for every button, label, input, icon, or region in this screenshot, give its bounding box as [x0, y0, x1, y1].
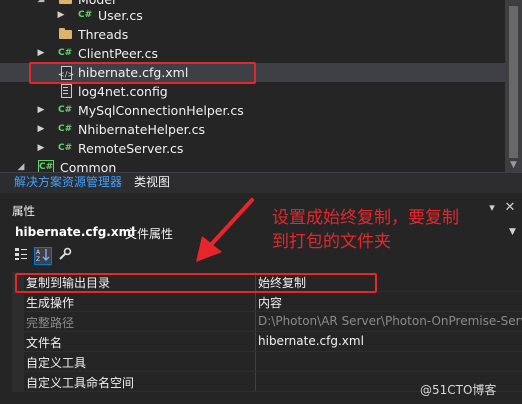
- tab-solution-explorer[interactable]: 解决方案资源管理器: [12, 173, 124, 192]
- tree-row-user-cs[interactable]: ▶ C# User.cs: [0, 6, 505, 25]
- tree-row-clientpeer-cs[interactable]: ▶ C# ClientPeer.cs: [0, 44, 505, 63]
- csharp-file-icon: C#: [58, 124, 73, 134]
- tree-row-log4net-config[interactable]: log4net.config: [0, 82, 505, 101]
- property-name: 生成操作: [26, 296, 75, 310]
- expand-triangle-icon[interactable]: ▶: [36, 101, 46, 120]
- categorized-icon[interactable]: [12, 247, 30, 265]
- folder-icon: [58, 27, 74, 42]
- scroll-down-arrow-icon[interactable]: ▼: [505, 158, 522, 172]
- tree-item-label: Threads: [78, 27, 129, 42]
- property-row-build-action[interactable]: 生成操作 内容: [12, 292, 522, 312]
- selected-object-type: 文件属性: [125, 227, 174, 241]
- property-name: 自定义工具: [26, 356, 87, 370]
- properties-panel-title: 属性: [12, 204, 35, 218]
- property-value[interactable]: hibernate.cfg.xml: [258, 334, 364, 348]
- selected-object-name: hibernate.cfg.xml: [15, 225, 136, 239]
- property-value: D:\Photon\AR Server\Photon-OnPremise-Ser…: [258, 314, 522, 328]
- tree-item-label: NhibernateHelper.cs: [78, 122, 206, 137]
- tree-item-label: MySqlConnectionHelper.cs: [78, 103, 244, 118]
- csharp-file-icon: C#: [58, 105, 73, 115]
- property-pages-wrench-icon[interactable]: [56, 247, 74, 265]
- tree-row-remoteserver-cs[interactable]: ▶ C# RemoteServer.cs: [0, 139, 505, 158]
- highlight-box-copy-to-output: [15, 273, 377, 293]
- expand-triangle-icon[interactable]: ▶: [36, 44, 46, 63]
- csharp-file-icon: C#: [78, 10, 93, 20]
- svg-text:A: A: [36, 249, 41, 256]
- tree-row-mysqlconnectionhelper-cs[interactable]: ▶ C# MySqlConnectionHelper.cs: [0, 101, 505, 120]
- alphabetical-icon[interactable]: AZ: [34, 247, 52, 265]
- annotation-line-2: 到打包的文件夹: [272, 232, 391, 252]
- property-name: 完整路径: [26, 316, 75, 330]
- tab-class-view[interactable]: 类视图: [132, 173, 172, 192]
- property-name: 自定义工具命名空间: [26, 376, 135, 390]
- property-row-file-name[interactable]: 文件名 hibernate.cfg.xml: [12, 332, 522, 352]
- property-row-full-path[interactable]: 完整路径 D:\Photon\AR Server\Photon-OnPremis…: [12, 312, 522, 332]
- annotation-arrow-icon: [196, 198, 254, 262]
- watermark: @51CTO博客: [420, 383, 497, 397]
- csharp-project-icon: C#: [38, 160, 54, 172]
- tree-item-label: Common: [60, 160, 117, 172]
- explorer-tab-strip: 解决方案资源管理器 类视图: [0, 172, 522, 193]
- svg-text:Z: Z: [36, 256, 40, 262]
- csharp-file-icon: C#: [58, 143, 73, 153]
- csharp-file-icon: C#: [58, 48, 73, 58]
- tree-row-common-project[interactable]: ◢ C# Common: [0, 158, 505, 172]
- scrollbar-thumb[interactable]: [509, 6, 518, 158]
- expand-triangle-icon[interactable]: ▶: [36, 139, 46, 158]
- property-row-custom-tool[interactable]: 自定义工具: [12, 352, 522, 372]
- tree-row-threads[interactable]: Threads: [0, 25, 505, 44]
- tree-item-label: log4net.config: [78, 84, 168, 99]
- solution-explorer-tree: ◢ Model ▶ C# User.cs Threads ▶ C# Client…: [0, 0, 522, 172]
- expand-triangle-icon[interactable]: ▶: [36, 120, 46, 139]
- tree-row-nhibernatehelper-cs[interactable]: ▶ C# NhibernateHelper.cs: [0, 120, 505, 139]
- property-name: 文件名: [26, 336, 63, 350]
- highlight-box-selected-file: [29, 62, 256, 84]
- tree-item-label: User.cs: [98, 8, 143, 23]
- expand-triangle-icon[interactable]: ▶: [56, 6, 66, 25]
- property-value[interactable]: 内容: [258, 294, 282, 311]
- tree-item-label: ClientPeer.cs: [78, 46, 159, 61]
- tree-item-label: RemoteServer.cs: [78, 141, 184, 156]
- annotation-note: 设置成始终复制，要复制 到打包的文件夹: [272, 206, 518, 254]
- config-file-icon: [58, 84, 74, 99]
- annotation-line-1: 设置成始终复制，要复制: [272, 208, 459, 228]
- collapse-triangle-icon[interactable]: ◢: [16, 158, 26, 172]
